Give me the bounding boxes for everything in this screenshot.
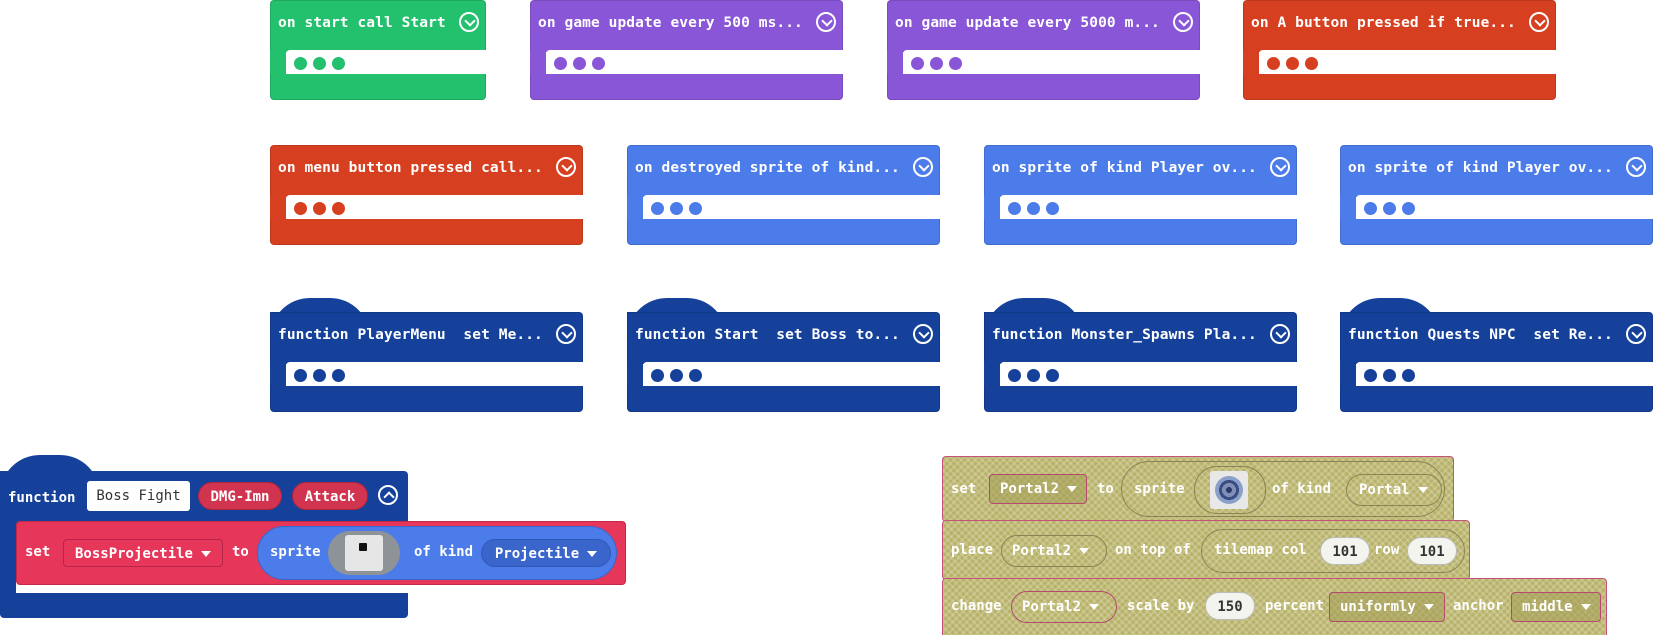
block-label: on start call Start [278, 15, 446, 31]
function-footer [0, 593, 408, 618]
param-attack[interactable]: Attack [292, 482, 368, 510]
event-block-on-start[interactable]: on start call Start [270, 0, 486, 100]
block-label: function PlayerMenu set Me... [278, 327, 543, 343]
sprite-keyword: sprite [1134, 481, 1185, 497]
sprite-thumbnail [345, 535, 383, 571]
expand-chevron-icon[interactable] [1626, 157, 1646, 177]
block-label: on menu button pressed call... [278, 160, 543, 176]
block-label: on sprite of kind Player ov... [992, 160, 1257, 176]
variable-dropdown[interactable]: Portal2 [1001, 535, 1107, 567]
row-keyword: row [1374, 542, 1400, 558]
scale-by-keyword: scale by [1127, 598, 1195, 614]
event-block-menu-button[interactable]: on menu button pressed call... [270, 145, 583, 245]
expand-chevron-icon[interactable] [913, 324, 933, 344]
of-kind-keyword: of kind [1272, 481, 1332, 497]
block-label: on A button pressed if true... [1251, 15, 1516, 31]
expand-chevron-icon[interactable] [1529, 12, 1549, 32]
function-block-monster-spawns[interactable]: function Monster_Spawns Pla... [984, 298, 1297, 412]
set-statement-block[interactable]: set BossProjectile to sprite of kind Pro… [16, 521, 626, 585]
set-keyword: set [951, 481, 977, 497]
scale-mode-dropdown[interactable]: uniformly [1329, 592, 1445, 622]
collapsed-dots[interactable] [294, 369, 345, 383]
collapsed-dots[interactable] [294, 202, 345, 216]
collapsed-dots[interactable] [294, 57, 345, 71]
variable-dropdown[interactable]: BossProjectile [63, 539, 223, 567]
block-label: function Monster_Spawns Pla... [992, 327, 1257, 343]
projectile-pixel-icon [359, 543, 367, 551]
expand-chevron-icon[interactable] [1270, 324, 1290, 344]
function-keyword: function [8, 490, 76, 506]
function-block-quests-npc[interactable]: function Quests NPC set Re... [1340, 298, 1653, 412]
block-label: on game update every 5000 m... [895, 15, 1160, 31]
of-kind-keyword: of kind [414, 544, 474, 560]
function-block-start[interactable]: function Start set Boss to... [627, 298, 940, 412]
function-arm [0, 525, 16, 595]
expand-chevron-icon[interactable] [1626, 324, 1646, 344]
sprite-keyword: sprite [270, 544, 321, 560]
expand-chevron-icon[interactable] [556, 324, 576, 344]
event-block-sprite-overlap-1[interactable]: on sprite of kind Player ov... [984, 145, 1297, 245]
portal-swirl-icon [1215, 476, 1243, 504]
collapsed-dots[interactable] [1267, 57, 1318, 71]
expand-chevron-icon[interactable] [816, 12, 836, 32]
variable-dropdown[interactable]: Portal2 [1011, 591, 1117, 623]
percent-keyword: percent [1265, 598, 1325, 614]
event-block-a-button[interactable]: on A button pressed if true... [1243, 0, 1556, 100]
function-block-boss-fight[interactable]: function Boss Fight DMG-Imn Attack set B… [0, 455, 626, 618]
sprite-block[interactable]: sprite of kind Projectile [257, 526, 617, 580]
block-label: function Quests NPC set Re... [1348, 327, 1613, 343]
change-keyword: change [951, 598, 1002, 614]
event-block-sprite-overlap-2[interactable]: on sprite of kind Player ov... [1340, 145, 1653, 245]
block-label: on game update every 500 ms... [538, 15, 803, 31]
kind-dropdown[interactable]: Portal [1346, 474, 1442, 506]
block-label: function Start set Boss to... [635, 327, 900, 343]
anchor-dropdown[interactable]: middle [1511, 592, 1601, 622]
collapsed-dots[interactable] [911, 57, 962, 71]
sprite-image-picker[interactable] [1194, 466, 1266, 514]
to-keyword: to [1097, 481, 1114, 497]
expand-chevron-icon[interactable] [913, 157, 933, 177]
portal-change-scale-row[interactable]: change Portal2 scale by 150 percent unif… [942, 578, 1607, 635]
sprite-thumbnail [1210, 471, 1248, 509]
variable-dropdown[interactable]: Portal2 [989, 474, 1087, 504]
kind-dropdown[interactable]: Projectile [481, 539, 611, 567]
set-keyword: set [25, 544, 51, 560]
expand-chevron-icon[interactable] [1270, 157, 1290, 177]
function-name-field[interactable]: Boss Fight [87, 481, 190, 511]
collapsed-dots[interactable] [1008, 369, 1059, 383]
sprite-block[interactable]: sprite of kind Portal [1121, 461, 1445, 517]
event-block-game-update-500[interactable]: on game update every 500 ms... [530, 0, 843, 100]
collapsed-dots[interactable] [1364, 369, 1415, 383]
expand-chevron-icon[interactable] [556, 157, 576, 177]
expand-chevron-icon[interactable] [459, 12, 479, 32]
portal-set-row[interactable]: set Portal2 to sprite of kind Portal [942, 456, 1454, 522]
on-top-of-keyword: on top of [1115, 542, 1191, 558]
collapse-chevron-icon[interactable] [378, 485, 398, 505]
place-keyword: place [951, 542, 994, 558]
event-block-destroyed-sprite[interactable]: on destroyed sprite of kind... [627, 145, 940, 245]
tilemap-col-block[interactable]: tilemap col 101 row 101 [1201, 529, 1465, 573]
expand-chevron-icon[interactable] [1173, 12, 1193, 32]
collapsed-dots[interactable] [651, 202, 702, 216]
portal-place-row[interactable]: place Portal2 on top of tilemap col 101 … [942, 520, 1470, 580]
param-dmg-imn[interactable]: DMG-Imn [198, 482, 282, 510]
collapsed-dots[interactable] [1364, 202, 1415, 216]
tilemap-col-keyword: tilemap col [1214, 542, 1307, 558]
anchor-keyword: anchor [1453, 598, 1504, 614]
function-block-player-menu[interactable]: function PlayerMenu set Me... [270, 298, 583, 412]
scale-amount-input[interactable]: 150 [1205, 592, 1255, 620]
sprite-image-picker[interactable] [328, 531, 400, 575]
collapsed-dots[interactable] [1008, 202, 1059, 216]
row-input[interactable]: 101 [1407, 537, 1457, 565]
to-keyword: to [232, 544, 249, 560]
collapsed-dots[interactable] [651, 369, 702, 383]
col-input[interactable]: 101 [1320, 537, 1370, 565]
block-label: on sprite of kind Player ov... [1348, 160, 1613, 176]
event-block-game-update-5000[interactable]: on game update every 5000 m... [887, 0, 1200, 100]
block-label: on destroyed sprite of kind... [635, 160, 900, 176]
collapsed-dots[interactable] [554, 57, 605, 71]
